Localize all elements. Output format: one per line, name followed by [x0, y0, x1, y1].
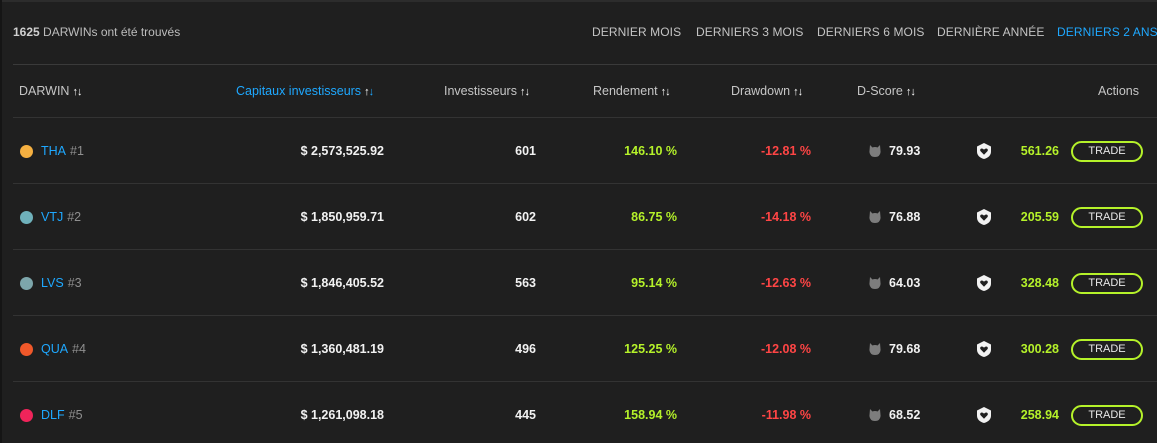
table-row: LVS #3 $ 1,846,405.52 563 95.14 % -12.63 % 64.…: [0, 250, 1157, 316]
darwin-ticker: VTJ: [41, 210, 64, 224]
column-header-return-label: Rendement: [593, 84, 658, 98]
dscore-value: 64.03: [889, 276, 921, 290]
darwin-rank: #4: [72, 342, 86, 356]
dscore-icon: [868, 144, 882, 158]
quote-price: 258.94: [1020, 408, 1059, 422]
sort-desc-icon: ↑↓: [364, 86, 374, 98]
dscore-value: 79.68: [889, 342, 921, 356]
favorite-shield-icon[interactable]: [975, 340, 993, 358]
dscore-icon: [868, 276, 882, 290]
table-row: VTJ #2 $ 1,850,959.71 602 86.75 % -14.18 % 76.…: [0, 184, 1157, 250]
investor-count: 602: [515, 210, 536, 224]
column-header-investors[interactable]: Investisseurs ↑↓: [444, 84, 530, 98]
period-last-6-months[interactable]: DERNIERS 6 MOIS: [817, 25, 925, 39]
table-row: QUA #4 $ 1,360,481.19 496 125.25 % -12.08 % 79…: [0, 316, 1157, 382]
favorite-shield-icon[interactable]: [975, 208, 993, 226]
column-header-dscore[interactable]: D-Score ↑↓: [857, 84, 916, 98]
trade-button[interactable]: TRADE: [1071, 207, 1143, 228]
return-value: 125.25 %: [624, 342, 677, 356]
column-header-capital-label: Capitaux investisseurs: [236, 84, 362, 98]
drawdown-value: -11.98 %: [761, 408, 811, 422]
drawdown-value: -12.81 %: [760, 144, 811, 158]
dscore-value: 76.88: [889, 210, 921, 224]
sort-icon: ↑↓: [72, 86, 82, 98]
status-dot: [20, 277, 33, 290]
investor-count: 496: [515, 342, 536, 356]
header-top-divider: [13, 64, 1157, 65]
period-last-2-years[interactable]: DERNIERS 2 ANS: [1057, 25, 1157, 39]
darwin-ticker: THA: [41, 144, 66, 158]
status-dot: [20, 343, 33, 356]
investor-capital: $ 1,360,481.19: [300, 342, 384, 356]
favorite-shield-icon[interactable]: [975, 142, 993, 160]
dscore-value: 79.93: [889, 144, 921, 158]
return-value: 86.75 %: [631, 210, 677, 224]
column-header-investors-label: Investisseurs: [444, 84, 517, 98]
sort-icon: ↑↓: [519, 86, 530, 98]
dscore-icon: [868, 342, 882, 356]
drawdown-value: -12.08 %: [760, 342, 811, 356]
table-row: DLF #5 $ 1,261,098.18 445 158.94 % -11.98 % 68…: [0, 382, 1157, 443]
trade-button[interactable]: TRADE: [1071, 141, 1143, 162]
column-header-capital[interactable]: Capitaux investisseurs ↑↓: [236, 84, 374, 98]
darwin-ticker: DLF: [41, 408, 65, 422]
darwin-rank: #3: [67, 276, 82, 290]
column-header-actions: Actions: [1098, 84, 1139, 98]
column-header-drawdown-label: Drawdown: [731, 84, 791, 98]
column-header-darwin-label: DARWIN: [19, 84, 70, 98]
drawdown-value: -12.63 %: [760, 276, 811, 290]
darwin-rank: #5: [68, 408, 83, 422]
column-header-darwin[interactable]: DARWIN ↑↓: [19, 84, 82, 98]
table-row: THA #1 $ 2,573,525.92 601 146.10 % -12.81 % 79…: [0, 118, 1157, 184]
darwin-ticker: QUA: [41, 342, 69, 356]
period-last-month[interactable]: DERNIER MOIS: [592, 25, 681, 39]
investor-capital: $ 2,573,525.92: [300, 144, 384, 158]
investor-count: 445: [515, 408, 536, 422]
status-dot: [20, 145, 33, 158]
darwin-ticker-link[interactable]: LVS #3: [41, 250, 82, 316]
sort-icon: ↑↓: [905, 86, 916, 98]
investor-capital: $ 1,846,405.52: [300, 276, 384, 290]
darwin-ticker-link[interactable]: QUA #4: [41, 316, 86, 382]
return-value: 146.10 %: [624, 144, 677, 158]
return-value: 95.14 %: [631, 276, 677, 290]
investor-count: 601: [515, 144, 536, 158]
investor-count: 563: [515, 276, 536, 290]
favorite-shield-icon[interactable]: [975, 274, 993, 292]
darwin-ticker: LVS: [41, 276, 64, 290]
trade-button[interactable]: TRADE: [1071, 405, 1143, 426]
darwin-ticker-link[interactable]: VTJ #2: [41, 184, 81, 250]
status-dot: [20, 211, 33, 224]
status-dot: [20, 409, 33, 422]
column-header-dscore-label: D-Score: [857, 84, 903, 98]
period-last-year[interactable]: DERNIÈRE ANNÉE: [937, 25, 1044, 39]
quote-price: 205.59: [1020, 210, 1059, 224]
sort-icon: ↑↓: [660, 86, 671, 98]
period-last-3-months[interactable]: DERNIERS 3 MOIS: [696, 25, 804, 39]
trade-button[interactable]: TRADE: [1071, 273, 1143, 294]
investor-capital: $ 1,261,098.18: [300, 408, 384, 422]
dscore-icon: [868, 408, 882, 422]
top-divider: [0, 0, 1157, 2]
trade-button[interactable]: TRADE: [1071, 339, 1143, 360]
drawdown-value: -14.18 %: [760, 210, 811, 224]
return-value: 158.94 %: [624, 408, 677, 422]
quote-price: 328.48: [1020, 276, 1059, 290]
column-header-return[interactable]: Rendement ↑↓: [593, 84, 671, 98]
darwin-rank: #2: [67, 210, 82, 224]
investor-capital: $ 1,850,959.71: [300, 210, 384, 224]
favorite-shield-icon[interactable]: [975, 406, 993, 424]
period-filter: DERNIER MOIS DERNIERS 3 MOIS DERNIERS 6 …: [0, 25, 1157, 41]
sort-icon: ↑↓: [793, 86, 803, 98]
quote-price: 300.28: [1020, 342, 1059, 356]
quote-price: 561.26: [1020, 144, 1059, 158]
darwin-ticker-link[interactable]: THA #1: [41, 118, 84, 184]
darwin-rank: #1: [70, 144, 84, 158]
dscore-icon: [868, 210, 882, 224]
dscore-value: 68.52: [889, 408, 921, 422]
darwin-ticker-link[interactable]: DLF #5: [41, 382, 83, 443]
column-header-drawdown[interactable]: Drawdown ↑↓: [731, 84, 803, 98]
